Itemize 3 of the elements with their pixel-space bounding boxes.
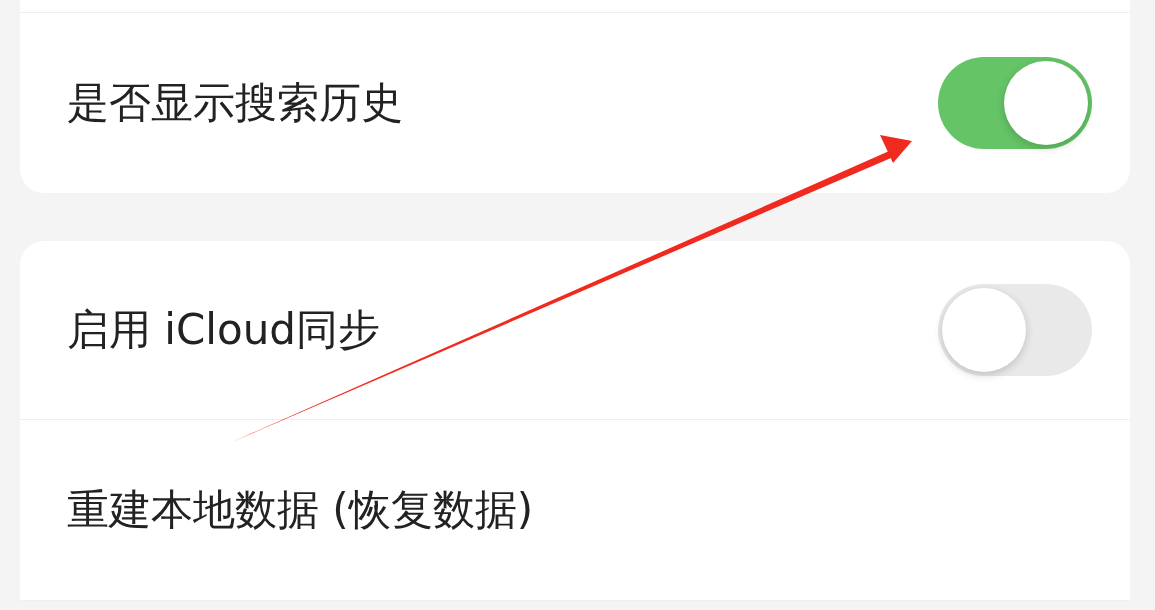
setting-label: 启用 iCloud同步	[67, 304, 380, 356]
setting-label: 是否显示搜索历史	[67, 77, 403, 129]
setting-label[interactable]: 重建本地数据 (恢复数据)	[67, 482, 534, 538]
